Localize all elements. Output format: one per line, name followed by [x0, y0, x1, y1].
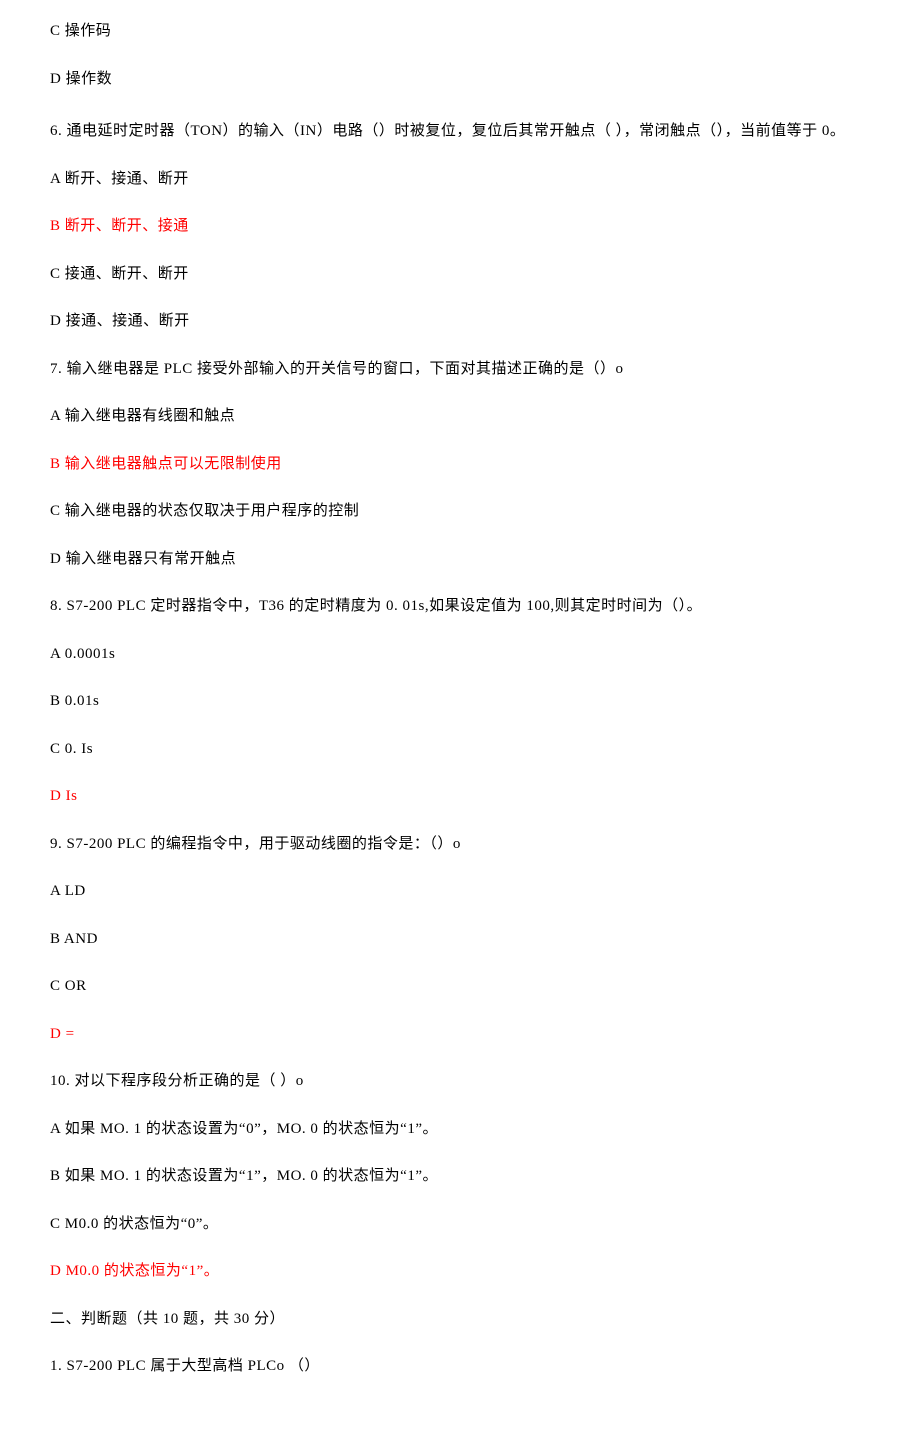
- text-line: D M0.0 的状态恒为“1”。: [50, 1260, 870, 1283]
- text-line: 10. 对以下程序段分析正确的是（ ）o: [50, 1070, 870, 1093]
- text-line: C 操作码: [50, 20, 870, 43]
- text-line: A 断开、接通、断开: [50, 168, 870, 191]
- text-line: B 输入继电器触点可以无限制使用: [50, 453, 870, 476]
- text-line: 1. S7-200 PLC 属于大型高档 PLCo （）: [50, 1355, 870, 1378]
- text-line: A LD: [50, 880, 870, 903]
- text-line: D 输入继电器只有常开触点: [50, 548, 870, 571]
- text-line: B 0.01s: [50, 690, 870, 713]
- text-line: 9. S7-200 PLC 的编程指令中，用于驱动线圈的指令是：（）o: [50, 833, 870, 856]
- text-line: 二、判断题（共 10 题，共 30 分）: [50, 1308, 870, 1331]
- document-body: C 操作码 D 操作数 6. 通电延时定时器（TON）的输入（IN）电路（）时被复位…: [50, 20, 870, 1378]
- text-line: C 输入继电器的状态仅取决于用户程序的控制: [50, 500, 870, 523]
- text-line: D 操作数: [50, 68, 870, 91]
- text-line: D 接通、接通、断开: [50, 310, 870, 333]
- text-line: A 如果 MO. 1 的状态设置为“0”，MO. 0 的状态恒为“1”。: [50, 1118, 870, 1141]
- text-line: A 输入继电器有线圈和触点: [50, 405, 870, 428]
- text-line: C OR: [50, 975, 870, 998]
- text-line: 6. 通电延时定时器（TON）的输入（IN）电路（）时被复位，复位后其常开触点（…: [50, 120, 870, 143]
- text-line: 8. S7-200 PLC 定时器指令中，T36 的定时精度为 0. 01s,如…: [50, 595, 870, 618]
- text-line: B 如果 MO. 1 的状态设置为“1”，MO. 0 的状态恒为“1”。: [50, 1165, 870, 1188]
- text-line: D Is: [50, 785, 870, 808]
- text-line: A 0.0001s: [50, 643, 870, 666]
- text-line: C 0. Is: [50, 738, 870, 761]
- text-line: B AND: [50, 928, 870, 951]
- text-line: C M0.0 的状态恒为“0”。: [50, 1213, 870, 1236]
- text-line: D =: [50, 1023, 870, 1046]
- text-line: B 断开、断开、接通: [50, 215, 870, 238]
- text-line: 7. 输入继电器是 PLC 接受外部输入的开关信号的窗口，下面对其描述正确的是（…: [50, 358, 870, 381]
- text-line: C 接通、断开、断开: [50, 263, 870, 286]
